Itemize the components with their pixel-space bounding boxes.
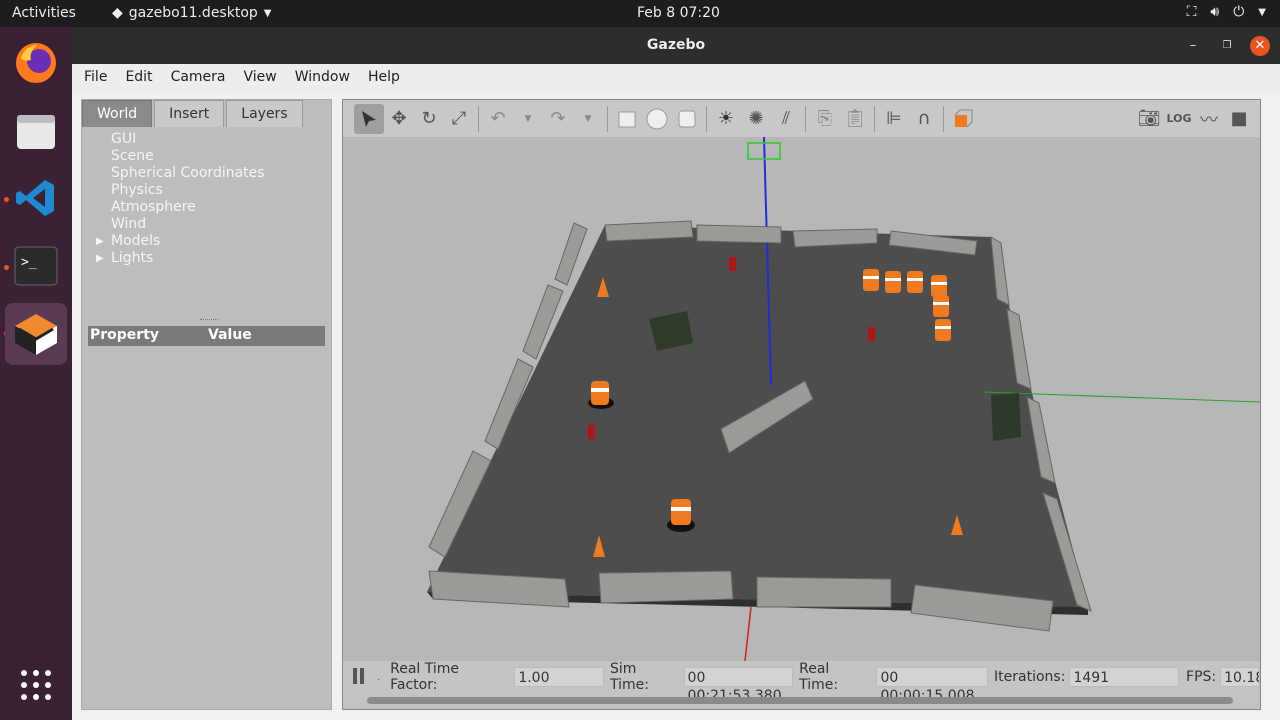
window-title: Gazebo xyxy=(646,37,706,53)
tree-item-models[interactable]: ▶ Models xyxy=(82,233,331,250)
top-bar: Activities ◆ gazebo11.desktop ▼ Feb 8 07… xyxy=(0,0,1280,27)
gazebo-window: Gazebo – ❐ ✕ File Edit Camera View Windo… xyxy=(72,27,1280,720)
paste-icon[interactable]: 📋︎ xyxy=(840,104,870,134)
rtf-label: Real Time Factor: xyxy=(390,661,460,693)
menu-window[interactable]: Window xyxy=(295,69,359,85)
tree-item-spherical-coordinates[interactable]: Spherical Coordinates xyxy=(82,165,331,182)
value-column: Value xyxy=(208,327,252,343)
scale-tool-icon[interactable]: ⤢ xyxy=(444,104,474,134)
files-icon[interactable] xyxy=(10,105,62,157)
log-icon[interactable]: LOG xyxy=(1164,104,1194,134)
scene-toolbar: ✥ ↻ ⤢ ↶ ▼ ↷ ▼ ☀ ✺ ⫽ ⎘ 📋︎ ⊫ ∩ 📷︎ LOG 〰 ■ xyxy=(343,100,1260,137)
status-bar: . Real Time Factor: 1.00 Sim Time: 00 00… xyxy=(343,661,1261,704)
snap-icon[interactable]: ∩ xyxy=(909,104,939,134)
vscode-icon[interactable] xyxy=(10,172,62,224)
screenshot-icon[interactable]: 📷︎ xyxy=(1134,104,1164,134)
chevron-down-icon: ▼ xyxy=(1258,6,1266,18)
menu-edit[interactable]: Edit xyxy=(125,69,161,85)
menu-camera[interactable]: Camera xyxy=(171,69,235,85)
terminal-icon[interactable]: >_ xyxy=(10,240,62,292)
expand-arrow-icon[interactable]: ▶ xyxy=(96,250,104,267)
redo-history-icon[interactable]: ▼ xyxy=(573,104,603,134)
splitter-handle[interactable] xyxy=(200,319,218,320)
align-icon[interactable]: ⊫ xyxy=(879,104,909,134)
app-menu-label: gazebo11.desktop xyxy=(128,5,258,21)
app-menu-icon: ◆ xyxy=(112,5,123,21)
expand-arrow-icon[interactable]: ▶ xyxy=(96,233,104,250)
iterations-label: Iterations: xyxy=(994,669,1066,685)
view-angle-icon[interactable] xyxy=(948,104,978,134)
menu-view[interactable]: View xyxy=(244,69,286,85)
horizontal-scrollbar[interactable] xyxy=(367,697,1233,704)
maximize-icon[interactable]: ❐ xyxy=(1217,36,1237,56)
system-tray[interactable]: ⛶ 🔊︎ ⏻ ▼ xyxy=(1187,4,1266,20)
window-titlebar[interactable]: Gazebo – ❐ ✕ xyxy=(72,27,1280,64)
property-header: Property Value xyxy=(88,326,325,346)
fps-label: FPS: xyxy=(1186,669,1217,685)
tab-layers[interactable]: Layers xyxy=(226,100,303,127)
tree-item-wind[interactable]: Wind xyxy=(82,216,331,233)
video-record-icon[interactable]: ■ xyxy=(1224,104,1254,134)
sphere-shape-icon[interactable] xyxy=(642,104,672,134)
sim-time-label: Sim Time: xyxy=(609,661,649,693)
scene-render xyxy=(427,137,1260,661)
close-icon[interactable]: ✕ xyxy=(1250,36,1270,56)
tree-item-scene[interactable]: Scene xyxy=(82,148,331,165)
render-area: ✥ ↻ ⤢ ↶ ▼ ↷ ▼ ☀ ✺ ⫽ ⎘ 📋︎ ⊫ ∩ 📷︎ LOG 〰 ■ … xyxy=(342,99,1261,710)
world-tree: GUI Scene Spherical Coordinates Physics … xyxy=(82,127,331,322)
tree-item-label: Lights xyxy=(111,250,154,266)
spot-light-icon[interactable]: ✺ xyxy=(741,104,771,134)
menu-file[interactable]: File xyxy=(84,69,116,85)
pause-icon[interactable] xyxy=(353,668,367,686)
tab-insert[interactable]: Insert xyxy=(154,100,225,127)
fps-value: 10.18 xyxy=(1220,667,1261,687)
activities-button[interactable]: Activities xyxy=(12,5,76,21)
firefox-icon[interactable] xyxy=(10,37,62,89)
box-shape-icon[interactable] xyxy=(612,104,642,134)
undo-history-icon[interactable]: ▼ xyxy=(513,104,543,134)
tree-item-gui[interactable]: GUI xyxy=(82,131,331,148)
menu-help[interactable]: Help xyxy=(368,69,409,85)
clock[interactable]: Feb 8 07:20 xyxy=(637,5,720,21)
app-grid-icon[interactable] xyxy=(10,659,62,711)
rotate-tool-icon[interactable]: ↻ xyxy=(414,104,444,134)
app-menu[interactable]: ◆ gazebo11.desktop ▼ xyxy=(112,5,271,21)
point-light-icon[interactable]: ☀ xyxy=(711,104,741,134)
step-icon[interactable]: . xyxy=(377,672,380,683)
rtf-value: 1.00 xyxy=(514,667,604,687)
power-icon: ⏻ xyxy=(1233,4,1245,20)
tab-world[interactable]: World xyxy=(82,100,153,127)
tree-item-label: Models xyxy=(111,233,161,249)
chevron-down-icon: ▼ xyxy=(263,7,272,19)
cylinder-shape-icon[interactable] xyxy=(672,104,702,134)
real-time-value: 00 00:00:15.008 xyxy=(876,667,989,704)
plot-icon[interactable]: 〰 xyxy=(1194,104,1224,134)
translate-tool-icon[interactable]: ✥ xyxy=(384,104,414,134)
directional-light-icon[interactable]: ⫽ xyxy=(771,104,801,134)
gazebo-icon[interactable] xyxy=(5,303,67,365)
select-tool-icon[interactable] xyxy=(354,103,384,134)
svg-text:>_: >_ xyxy=(21,255,37,270)
panel-tabs: World Insert Layers xyxy=(82,100,305,128)
property-column: Property xyxy=(90,327,160,343)
minimize-icon[interactable]: – xyxy=(1183,36,1203,56)
tree-item-atmosphere[interactable]: Atmosphere xyxy=(82,199,331,216)
volume-icon: 🔊︎ xyxy=(1210,4,1220,20)
iterations-value: 1491 xyxy=(1069,667,1180,687)
dock: >_ xyxy=(0,27,72,720)
redo-icon[interactable]: ↷ xyxy=(543,104,573,134)
copy-icon[interactable]: ⎘ xyxy=(810,104,840,134)
real-time-label: Real Time: xyxy=(799,661,839,693)
tree-item-lights[interactable]: ▶ Lights xyxy=(82,250,331,267)
sim-time-value: 00 00:21:53.380 xyxy=(683,667,794,704)
network-icon: ⛶ xyxy=(1186,4,1197,20)
scene-viewport[interactable] xyxy=(343,137,1260,661)
left-panel: World Insert Layers GUI Scene Spherical … xyxy=(81,99,332,710)
tree-item-physics[interactable]: Physics xyxy=(82,182,331,199)
undo-icon[interactable]: ↶ xyxy=(483,104,513,134)
menu-bar: File Edit Camera View Window Help xyxy=(72,64,1280,90)
